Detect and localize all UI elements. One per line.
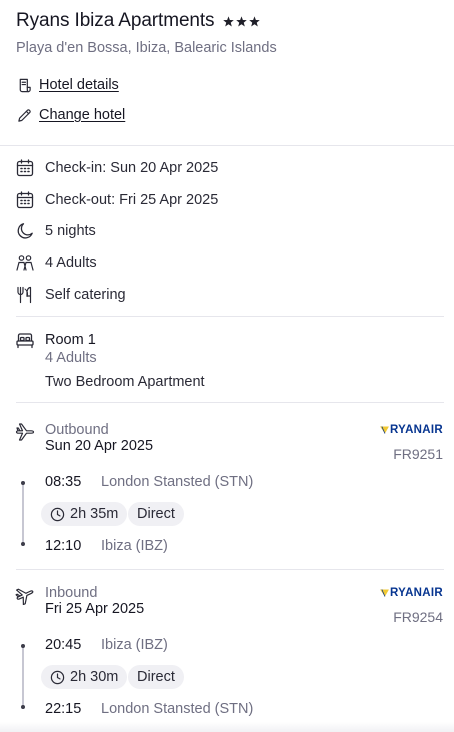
plane-icon	[15, 588, 34, 605]
timeline-dot	[20, 705, 25, 709]
flight-number: FR9254	[393, 609, 443, 625]
section-divider	[16, 316, 444, 317]
depart-time: 08:35	[45, 474, 82, 490]
pencil-icon	[16, 107, 32, 123]
arrive-time: 22:15	[45, 701, 82, 717]
outbound-flight: Outbound Sun 20 Apr 2025 RYANAIR FR9251 …	[0, 422, 454, 562]
room-title: Room 1	[45, 332, 96, 348]
nights-text: 5 nights	[45, 223, 96, 239]
star-icon	[249, 15, 261, 26]
airline-logo: RYANAIR	[380, 587, 443, 599]
cutlery-icon	[16, 286, 34, 304]
flight-date: Sun 20 Apr 2025	[45, 438, 154, 454]
airline-name: RYANAIR	[389, 424, 443, 436]
duration-text: 2h 35m	[70, 506, 119, 522]
clock-icon	[50, 670, 65, 684]
ryanair-harp-icon	[380, 426, 389, 434]
section-divider	[0, 145, 454, 146]
section-divider	[16, 402, 444, 403]
airline-logo: RYANAIR	[380, 424, 443, 436]
section-divider	[16, 569, 444, 570]
hotel-name: Ryans Ibiza Apartments	[16, 10, 215, 31]
airline-name: RYANAIR	[389, 587, 443, 599]
scroll-fade	[0, 722, 454, 732]
timeline-dot	[20, 481, 25, 485]
change-hotel-label: Change hotel	[39, 107, 126, 123]
depart-airport: Ibiza (IBZ)	[101, 637, 168, 653]
ryanair-harp-icon	[380, 589, 389, 597]
flight-number: FR9251	[393, 446, 443, 462]
duration-chip: 2h 30m	[41, 665, 128, 689]
hotel-location: Playa d'en Bossa, Ibiza, Balearic Island…	[16, 40, 277, 56]
room-type: Two Bedroom Apartment	[45, 374, 205, 390]
duration-text: 2h 30m	[70, 669, 119, 685]
change-hotel-link[interactable]: Change hotel	[16, 107, 125, 123]
flight-direction: Inbound	[45, 585, 98, 601]
stops-text: Direct	[137, 506, 175, 522]
timeline-line	[22, 647, 24, 709]
board-text: Self catering	[45, 287, 126, 303]
plane-icon	[15, 423, 35, 441]
flight-direction: Outbound	[45, 422, 109, 438]
flight-date: Fri 25 Apr 2025	[45, 601, 145, 617]
arrive-airport: Ibiza (IBZ)	[101, 538, 168, 554]
stops-chip: Direct	[128, 665, 184, 689]
calendar-icon	[16, 191, 34, 209]
check-out-text: Check-out: Fri 25 Apr 2025	[45, 192, 219, 208]
depart-airport: London Stansted (STN)	[101, 474, 254, 490]
timeline-line	[22, 484, 24, 546]
arrive-time: 12:10	[45, 538, 82, 554]
clock-icon	[50, 507, 65, 521]
star-icon	[236, 15, 248, 26]
arrive-airport: London Stansted (STN)	[101, 701, 254, 717]
calendar-icon	[16, 159, 34, 177]
hotel-header: Ryans Ibiza Apartments	[16, 10, 261, 32]
room-adults: 4 Adults	[45, 350, 97, 366]
board-row: Self catering	[16, 286, 126, 304]
nights-row: 5 nights	[16, 222, 96, 240]
stops-chip: Direct	[128, 502, 184, 526]
duration-chip: 2h 35m	[41, 502, 128, 526]
stops-text: Direct	[137, 669, 175, 685]
timeline-dot	[20, 542, 25, 546]
check-out-row: Check-out: Fri 25 Apr 2025	[16, 191, 218, 209]
document-icon	[16, 77, 32, 93]
check-in-text: Check-in: Sun 20 Apr 2025	[45, 160, 219, 176]
inbound-flight: Inbound Fri 25 Apr 2025 RYANAIR FR9254 2…	[0, 585, 454, 725]
check-in-row: Check-in: Sun 20 Apr 2025	[16, 159, 218, 177]
timeline-dot	[20, 644, 25, 648]
guests-row: 4 Adults	[16, 254, 97, 272]
hotel-details-label: Hotel details	[39, 77, 119, 93]
guests-text: 4 Adults	[45, 255, 97, 271]
star-rating	[223, 15, 261, 27]
star-icon	[223, 15, 235, 26]
hotel-details-link[interactable]: Hotel details	[16, 77, 119, 93]
bed-icon	[16, 332, 34, 350]
moon-icon	[16, 222, 34, 240]
depart-time: 20:45	[45, 637, 82, 653]
people-icon	[16, 254, 34, 272]
